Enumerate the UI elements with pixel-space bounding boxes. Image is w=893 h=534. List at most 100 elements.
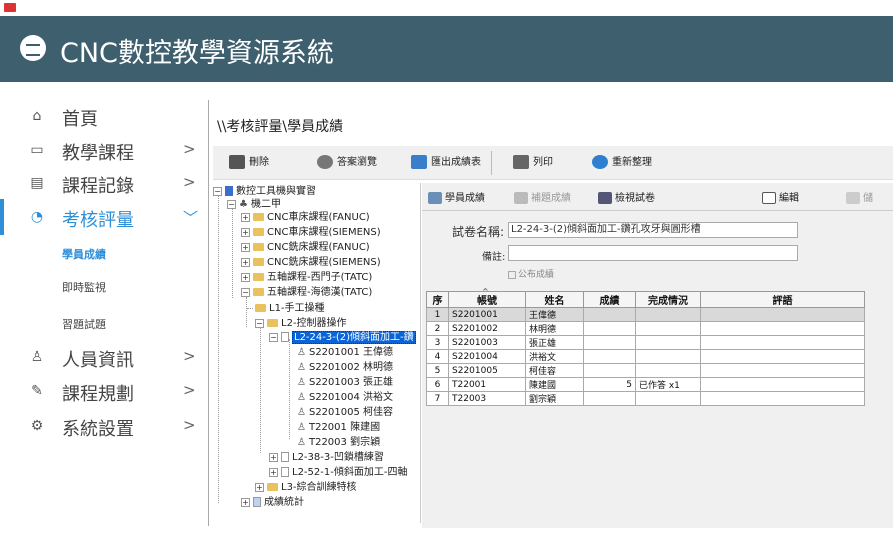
- collapse-icon[interactable]: −: [241, 287, 250, 297]
- cell-comment[interactable]: [700, 335, 865, 350]
- tree-node-level[interactable]: L1-手工操種: [247, 302, 325, 315]
- export-scores-button[interactable]: 匯出成績表: [411, 152, 481, 174]
- tree-node-label: L2-38-3-凹鎖槽練習: [292, 452, 384, 463]
- tree-node-root[interactable]: − 數控工具機與實習: [213, 185, 316, 198]
- exam-name-field[interactable]: L2-24-3-(2)傾斜面加工-鑽孔攻牙與圓形槽: [508, 222, 798, 238]
- tree-node-level[interactable]: + L3-綜合訓練特核: [255, 481, 357, 494]
- cell-comment[interactable]: [700, 377, 865, 392]
- collapse-icon[interactable]: −: [213, 186, 222, 196]
- table-row[interactable]: 4 S2201004 洪裕文: [426, 349, 865, 364]
- print-button[interactable]: 列印: [513, 152, 553, 174]
- table-row[interactable]: 2 S2201002 林明德: [426, 321, 865, 336]
- expand-icon[interactable]: +: [241, 212, 250, 222]
- sidebar-item-home[interactable]: ⌂ 首頁: [0, 98, 207, 134]
- tree-node-student[interactable]: ♙ S2201003 張正雄: [297, 376, 393, 389]
- table-row[interactable]: 1 S2201001 王偉德: [426, 307, 865, 322]
- tree-node-course[interactable]: + CNC車床課程(SIEMENS): [241, 226, 381, 239]
- collapse-icon[interactable]: −: [227, 199, 236, 209]
- tree-node-student[interactable]: ♙ S2201005 柯佳容: [297, 406, 393, 419]
- cell-score[interactable]: [583, 307, 636, 322]
- sidebar-item-assessment[interactable]: ◔ 考核評量 ﹀: [0, 199, 207, 235]
- grade-score-label: 補題成績: [531, 193, 571, 204]
- sidebar: ⌂ 首頁 ▭ 教學課程 > ▤ 課程記錄 > ◔ 考核評量 ﹀ 學員成績 即時監…: [0, 82, 207, 534]
- cell-score[interactable]: [583, 391, 636, 406]
- student-score-button[interactable]: 學員成績: [428, 189, 485, 204]
- tree-node-student[interactable]: ♙ T22003 劉宗穎: [297, 436, 380, 449]
- sidebar-item-settings[interactable]: ⚙ 系統設置 >: [0, 408, 207, 444]
- table-row[interactable]: 6 T22001 陳建國 5 已作答 x1: [426, 377, 865, 392]
- expand-icon[interactable]: +: [241, 497, 250, 507]
- tree-node-level[interactable]: − L2-控制器操作: [255, 317, 347, 330]
- tree-node-exam[interactable]: + L2-52-1-傾斜面加工-四軸: [269, 466, 407, 479]
- table-row[interactable]: 5 S2201005 柯佳容: [426, 363, 865, 378]
- cell-comment[interactable]: [700, 363, 865, 378]
- note-field[interactable]: [508, 245, 798, 261]
- tree-node-label: L2-52-1-傾斜面加工-四軸: [292, 467, 408, 478]
- cell-comment[interactable]: [700, 349, 865, 364]
- tree-node-course[interactable]: + CNC銑床課程(FANUC): [241, 241, 370, 254]
- expand-icon[interactable]: +: [241, 242, 250, 252]
- cell-comment[interactable]: [700, 391, 865, 406]
- table-row[interactable]: 7 T22003 劉宗穎: [426, 391, 865, 406]
- sidebar-subitem-exercises[interactable]: 習題試題: [62, 316, 106, 332]
- tree-node-course[interactable]: − 五軸課程-海德漢(TATC): [241, 286, 372, 299]
- review-exam-button[interactable]: 檢視試卷: [598, 189, 655, 204]
- chevron-right-icon: >: [183, 173, 196, 191]
- tree-node-stats[interactable]: + 成績統計: [241, 496, 304, 509]
- cell-score[interactable]: [583, 363, 636, 378]
- tree-node-course[interactable]: + 五軸課程-西門子(TATC): [241, 271, 372, 284]
- column-header-status[interactable]: 完成情況: [635, 291, 701, 308]
- person-icon: ♙: [297, 407, 306, 418]
- tree-node-label: L2-24-3-(2)傾斜面加工-鑽: [292, 331, 416, 344]
- table-row[interactable]: 3 S2201003 張正雄: [426, 335, 865, 350]
- sidebar-subitem-live-monitor[interactable]: 即時監視: [62, 279, 106, 295]
- grade-score-button[interactable]: 補題成績: [514, 189, 571, 204]
- column-header-account[interactable]: ^ 帳號: [448, 287, 526, 308]
- tree-node-student[interactable]: ♙ S2201004 洪裕文: [297, 391, 393, 404]
- refresh-button[interactable]: 重新整理: [592, 152, 652, 174]
- edit-button[interactable]: 編輯: [762, 189, 799, 204]
- column-header-no[interactable]: 序: [426, 291, 449, 308]
- sidebar-item-records[interactable]: ▤ 課程記錄 >: [0, 165, 207, 201]
- tree-node-student[interactable]: ♙ T22001 陳建國: [297, 421, 380, 434]
- cell-score[interactable]: [583, 335, 636, 350]
- sort-up-icon: ^: [482, 287, 489, 296]
- publish-scores-checkbox[interactable]: 公布成績: [508, 267, 554, 280]
- cell-score[interactable]: [583, 321, 636, 336]
- tree-node-course[interactable]: + CNC銑床課程(SIEMENS): [241, 256, 381, 269]
- save-button[interactable]: 儲: [846, 189, 873, 204]
- export-icon: [411, 155, 427, 169]
- cell-score[interactable]: [583, 349, 636, 364]
- cell-comment[interactable]: [700, 307, 865, 322]
- column-header-score[interactable]: 成績: [583, 291, 636, 308]
- tree-node-exam-selected[interactable]: − L2-24-3-(2)傾斜面加工-鑽: [269, 331, 416, 344]
- delete-button[interactable]: 刪除: [229, 152, 269, 174]
- tree-node-course[interactable]: + CNC車床課程(FANUC): [241, 211, 370, 224]
- expand-icon[interactable]: +: [269, 467, 278, 477]
- sidebar-subitem-student-scores[interactable]: 學員成績: [62, 246, 106, 262]
- cell-account: S2201002: [448, 321, 526, 336]
- sidebar-item-planning[interactable]: ✎ 課程規劃 >: [0, 373, 207, 409]
- expand-icon[interactable]: +: [255, 482, 264, 492]
- tree-node-student[interactable]: ♙ S2201002 林明德: [297, 361, 393, 374]
- column-header-name[interactable]: 姓名: [525, 291, 584, 308]
- collapse-icon[interactable]: −: [255, 318, 264, 328]
- expand-icon[interactable]: +: [241, 227, 250, 237]
- column-header-comment[interactable]: 評語: [700, 291, 865, 308]
- sidebar-item-people[interactable]: ♙ 人員資訊 >: [0, 339, 207, 375]
- cell-score[interactable]: 5: [583, 377, 636, 392]
- expand-icon[interactable]: +: [241, 257, 250, 267]
- collapse-icon[interactable]: −: [269, 332, 278, 342]
- chevron-right-icon: >: [183, 347, 196, 365]
- cell-comment[interactable]: [700, 321, 865, 336]
- tree-node-exam[interactable]: + L2-38-3-凹鎖槽練習: [269, 451, 384, 464]
- expand-icon[interactable]: +: [269, 452, 278, 462]
- tree-node-label: S2201001 王偉德: [308, 347, 394, 358]
- publish-scores-label: 公布成績: [518, 270, 555, 280]
- tree-node-student[interactable]: ♙ S2201001 王偉德: [297, 346, 393, 359]
- tree-node-class[interactable]: − ♣ 機二甲: [227, 198, 281, 211]
- expand-icon[interactable]: +: [241, 272, 250, 282]
- window-titlebar: [0, 0, 893, 16]
- answer-review-button[interactable]: 答案瀏覽: [317, 152, 377, 174]
- sidebar-item-courses[interactable]: ▭ 教學課程 >: [0, 132, 207, 168]
